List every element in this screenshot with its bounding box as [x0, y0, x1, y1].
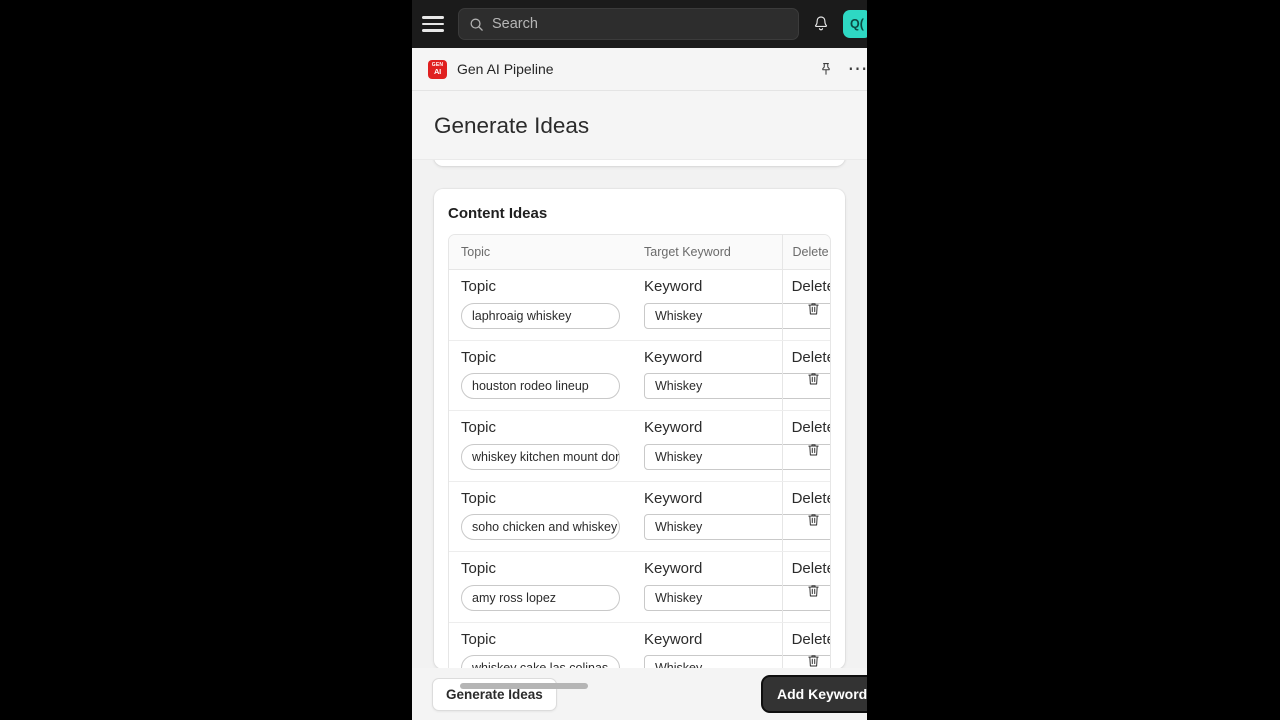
delete-label: Delete — [791, 278, 831, 295]
cell-delete: Delete — [781, 269, 831, 341]
column-header-target-keyword: Target Keyword — [632, 235, 782, 270]
keyword-field-label: Keyword — [644, 419, 703, 436]
bottom-action-bar: Generate Ideas Add Keywords — [412, 668, 867, 720]
topic-field-label: Topic — [461, 419, 497, 436]
topic-input[interactable]: laphroaig whiskey — [461, 302, 620, 329]
app-header: GEN AI Gen AI Pipeline ⋯ — [412, 48, 867, 91]
topic-input[interactable]: whiskey kitchen mount dora — [461, 443, 620, 470]
topic-input[interactable]: houston rodeo lineup — [461, 373, 620, 399]
table-row: Topic whiskey kitchen mount dora Keyword Wh… — [449, 410, 831, 482]
search-placeholder: Search — [492, 16, 538, 32]
table-head: Topic Target Keyword Delete — [449, 235, 830, 270]
cell-topic: Topic laphroaig whiskey — [449, 269, 632, 341]
delete-row-button[interactable] — [807, 513, 820, 527]
content-ideas-table-wrapper: Topic Target Keyword Delete Topic laphroa… — [448, 234, 831, 669]
delete-label: Delete — [791, 489, 831, 507]
delete-label: Delete — [791, 348, 831, 366]
previous-card-partial — [434, 160, 845, 166]
trash-icon — [808, 655, 819, 667]
topic-field-label: Topic — [461, 630, 497, 648]
table-row: Topic amy ross lopez Keyword Whiskey Delete — [449, 551, 831, 623]
cell-topic: Topic soho chicken and whiskey — [449, 481, 632, 552]
table-row: Topic whiskey cake las colinas Keyword Whis… — [449, 622, 831, 669]
delete-row-button[interactable] — [807, 302, 820, 316]
mobile-viewport: Search Q( GEN AI Gen AI Pipeline ⋯ Gener… — [412, 0, 867, 720]
content-ideas-card: Content Ideas Topic Target Keyword Delet… — [434, 189, 845, 669]
column-header-delete: Delete — [781, 235, 830, 270]
cell-delete: Delete — [781, 622, 831, 669]
trash-icon — [808, 302, 819, 314]
content-ideas-heading: Content Ideas — [448, 205, 548, 222]
pin-icon — [822, 63, 830, 75]
table-row: Topic soho chicken and whiskey Keyword Whis… — [449, 481, 831, 552]
user-avatar[interactable]: Q( — [843, 10, 867, 38]
cell-delete: Delete — [781, 340, 831, 411]
delete-label: Delete — [791, 630, 831, 648]
cell-keyword: Keyword Whiskey — [632, 410, 830, 482]
page-title: Generate Ideas — [434, 113, 590, 138]
keyword-field-label: Keyword — [644, 560, 703, 577]
cell-keyword: Keyword Whiskey — [632, 551, 830, 623]
cell-topic: Topic houston rodeo lineup — [449, 340, 632, 411]
cell-keyword: Keyword Whiskey — [632, 481, 830, 552]
keyword-field-label: Keyword — [644, 630, 703, 648]
topic-field-label: Topic — [461, 348, 497, 366]
hamburger-menu-icon[interactable] — [422, 11, 448, 37]
app-title: Gen AI Pipeline — [457, 61, 554, 77]
trash-icon — [808, 443, 819, 455]
bell-icon — [814, 16, 828, 31]
cell-topic: Topic whiskey kitchen mount dora — [449, 410, 632, 482]
keyword-field-label: Keyword — [644, 278, 703, 295]
delete-row-button[interactable] — [807, 443, 820, 457]
topic-input[interactable]: amy ross lopez — [461, 584, 620, 611]
search-input[interactable]: Search — [458, 8, 799, 40]
horizontal-scrollbar-thumb[interactable] — [460, 683, 588, 689]
delete-row-button[interactable] — [807, 372, 820, 386]
delete-row-button[interactable] — [807, 584, 820, 598]
topic-field-label: Topic — [461, 278, 497, 295]
table-row: Topic houston rodeo lineup Keyword Whiskey D… — [449, 340, 831, 411]
table-body: Topic laphroaig whiskey Keyword Whiskey Dele… — [449, 269, 831, 669]
column-header-topic: Topic — [449, 235, 632, 270]
app-logo-icon: GEN AI — [428, 59, 447, 79]
table-row: Topic laphroaig whiskey Keyword Whiskey Dele… — [449, 269, 831, 341]
cell-delete: Delete — [781, 410, 831, 482]
topic-field-label: Topic — [461, 560, 497, 577]
more-options-button[interactable]: ⋯ — [847, 58, 868, 80]
cell-keyword: Keyword Whiskey — [632, 340, 830, 411]
main-content-scroll-area[interactable]: Content Ideas Topic Target Keyword Delet… — [412, 160, 867, 691]
delete-row-button[interactable] — [807, 654, 820, 668]
app-logo-line2: AI — [433, 66, 442, 76]
keyword-field-label: Keyword — [644, 348, 703, 366]
search-icon — [470, 18, 483, 31]
add-keywords-button[interactable]: Add Keywords — [760, 675, 867, 713]
cell-keyword: Keyword Whiskey — [632, 622, 830, 669]
delete-label: Delete — [791, 560, 831, 577]
trash-icon — [808, 514, 819, 526]
top-navigation-bar: Search Q( — [412, 0, 867, 48]
cell-keyword: Keyword Whiskey — [632, 269, 830, 341]
cell-topic: Topic whiskey cake las colinas — [449, 622, 632, 669]
content-ideas-table: Topic Target Keyword Delete Topic laphroa… — [449, 235, 831, 669]
notifications-button[interactable] — [809, 12, 833, 36]
keyword-field-label: Keyword — [644, 489, 703, 507]
page-title-section: Generate Ideas — [412, 91, 867, 160]
topic-input[interactable]: soho chicken and whiskey — [461, 514, 620, 540]
cell-delete: Delete — [781, 551, 831, 623]
topic-field-label: Topic — [461, 489, 497, 507]
cell-topic: Topic amy ross lopez — [449, 551, 632, 623]
table-header-row: Topic Target Keyword Delete — [449, 235, 830, 270]
trash-icon — [808, 584, 819, 596]
trash-icon — [808, 373, 819, 385]
pin-button[interactable] — [815, 58, 837, 80]
topic-input[interactable]: whiskey cake las colinas — [461, 655, 620, 669]
delete-label: Delete — [791, 419, 831, 436]
cell-delete: Delete — [781, 481, 831, 552]
